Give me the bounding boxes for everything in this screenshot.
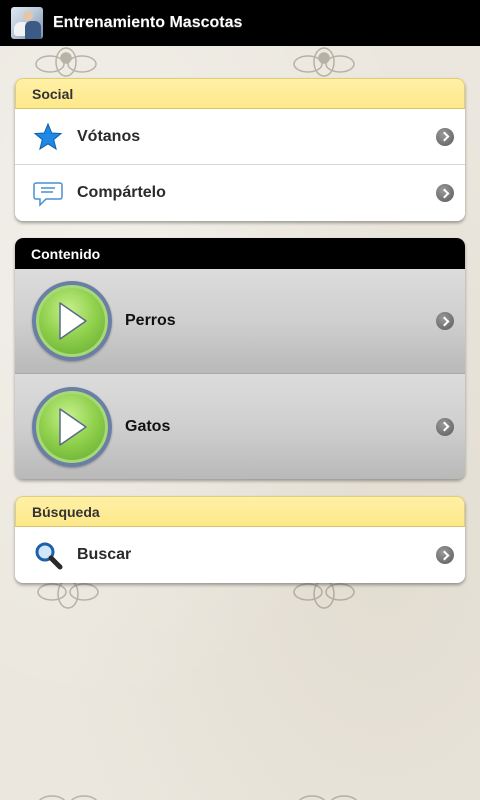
list-item-label: Vótanos bbox=[77, 127, 141, 145]
list-item-label: Perros bbox=[125, 312, 176, 329]
list-item-label: Compártelo bbox=[77, 184, 166, 201]
list-item-compartelo[interactable]: Compártelo bbox=[15, 165, 465, 221]
chevron-right-icon bbox=[436, 546, 454, 564]
app-icon bbox=[11, 7, 43, 39]
chevron-right-icon bbox=[436, 184, 454, 202]
flower-decoration-icon bbox=[38, 795, 98, 800]
list-item-votanos[interactable]: Vótanos bbox=[15, 109, 465, 165]
contenido-header: Contenido bbox=[15, 238, 465, 269]
list-item-gatos[interactable]: Gatos bbox=[15, 374, 465, 479]
speech-bubble-icon bbox=[33, 178, 63, 208]
list-item-perros[interactable]: Perros bbox=[15, 269, 465, 374]
list-item-buscar[interactable]: Buscar bbox=[15, 527, 465, 583]
contenido-group: Contenido Perros Gatos bbox=[15, 238, 465, 479]
app-title: Entrenamiento Mascotas bbox=[53, 14, 243, 31]
list-item-label: Buscar bbox=[77, 546, 132, 563]
social-group: Social Vótanos Compártelo bbox=[15, 78, 465, 221]
flower-decoration-icon bbox=[298, 795, 358, 800]
list-item-label: Gatos bbox=[125, 417, 171, 435]
chevron-right-icon bbox=[436, 127, 454, 146]
social-header: Social bbox=[15, 78, 465, 109]
busqueda-group: Búsqueda Buscar bbox=[15, 496, 465, 583]
magnifier-icon bbox=[33, 540, 63, 570]
chevron-right-icon bbox=[436, 312, 454, 330]
chevron-right-icon bbox=[436, 417, 454, 436]
star-icon bbox=[33, 122, 63, 152]
title-bar: Entrenamiento Mascotas bbox=[0, 0, 480, 46]
busqueda-header: Búsqueda bbox=[15, 496, 465, 527]
play-icon bbox=[32, 281, 112, 361]
play-icon bbox=[32, 386, 112, 467]
